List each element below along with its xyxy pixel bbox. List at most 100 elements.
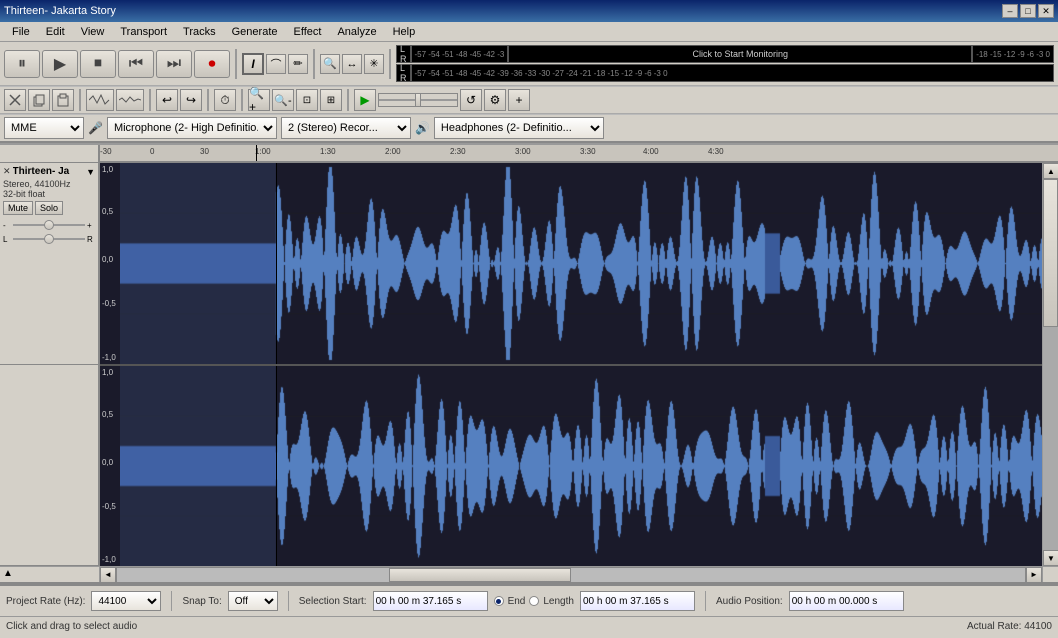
waveform1-canvas[interactable] [120, 163, 1042, 364]
multi-tool-button[interactable]: ✳ [364, 54, 384, 74]
separator [235, 49, 237, 79]
menu-view[interactable]: View [73, 24, 113, 40]
meter-scale-right: -18 -15 -12 -9 -6 -3 0 [972, 45, 1054, 63]
gain-plus-icon: + [87, 221, 95, 230]
ruler-label-9: 4:00 [643, 147, 659, 156]
vscroll-track[interactable] [1043, 179, 1058, 550]
y-label-0-0-top: 0,0 [102, 255, 113, 264]
menu-tracks[interactable]: Tracks [175, 24, 224, 40]
copy-button[interactable] [28, 89, 50, 111]
speaker-select[interactable]: Headphones (2- Definitio... [434, 117, 604, 139]
separator3 [389, 49, 391, 79]
titlebar-controls: – □ ✕ [1002, 4, 1054, 18]
redo-button[interactable]: ↪ [180, 89, 202, 111]
vscroll-up-button[interactable]: ▲ [1043, 163, 1058, 179]
horizontal-scrollbar[interactable]: ◄ ► [0, 566, 1058, 582]
zoom-tool-button[interactable]: 🔍 [320, 54, 340, 74]
track1-mute-button[interactable]: Mute [3, 201, 33, 215]
y-label-0-0-bot: 0,0 [102, 458, 113, 467]
track1-waveform[interactable]: 1,0 0,5 0,0 -0,5 -1,0 [100, 163, 1042, 366]
expand-button[interactable]: + [508, 89, 530, 111]
menu-analyze[interactable]: Analyze [329, 24, 384, 40]
api-select[interactable]: MME [4, 117, 84, 139]
track1-header: ✕ Thirteen- Ja ▼ [3, 166, 95, 177]
end-label[interactable]: End [508, 596, 526, 607]
length-label[interactable]: Length [543, 596, 574, 607]
sep8 [347, 89, 349, 111]
track1-solo-button[interactable]: Solo [35, 201, 63, 215]
hscroll-track[interactable] [116, 567, 1026, 583]
ruler-label-2: 30 [200, 147, 209, 156]
meter-scale-top: -57 -54 -51 -48 -45 -42 -3 [411, 45, 509, 63]
menu-effect[interactable]: Effect [286, 24, 330, 40]
settings-button[interactable]: ⚙ [484, 89, 506, 111]
meter-lr-right: LR [396, 64, 411, 82]
track1-pan-slider[interactable] [13, 233, 85, 245]
ruler-timeline[interactable]: -30 0 30 1:00 1:30 2:00 2:30 3:00 3:30 4… [100, 145, 1058, 162]
timeshift-tool-button[interactable]: ↔ [342, 54, 362, 74]
cut-button[interactable] [4, 89, 26, 111]
project-rate-select[interactable]: 44100 [91, 591, 161, 611]
minimize-button[interactable]: – [1002, 4, 1018, 18]
pencil-tool-button[interactable]: ✏ [288, 54, 308, 74]
menu-file[interactable]: File [4, 24, 38, 40]
hscroll-left-button[interactable]: ◄ [100, 567, 116, 583]
loop-button[interactable]: ↺ [460, 89, 482, 111]
channels-select[interactable]: 2 (Stereo) Recor... [281, 117, 411, 139]
menu-help[interactable]: Help [385, 24, 424, 40]
menu-generate[interactable]: Generate [224, 24, 286, 40]
bottom-sep2 [288, 591, 289, 611]
envelope-tool-button[interactable]: ⌒ [266, 54, 286, 74]
selection-start-input[interactable] [373, 591, 488, 611]
sync-button[interactable]: ⏱ [214, 89, 236, 111]
bottom-bar: Project Rate (Hz): 44100 Snap To: Off Se… [0, 582, 1058, 638]
skip-back-button[interactable]: ⏮ [118, 50, 154, 78]
zoom-fit-button[interactable]: ⊞ [320, 89, 342, 111]
zoom-selection-button[interactable]: ⊡ [296, 89, 318, 111]
waveform-view-button[interactable] [86, 89, 114, 111]
select-tool-button[interactable]: I [242, 53, 264, 75]
status-bar: Click and drag to select audio Actual Ra… [0, 616, 1058, 636]
play-button[interactable]: ▶ [42, 50, 78, 78]
end-value-input[interactable] [580, 591, 695, 611]
ruler-label-4: 1:30 [320, 147, 336, 156]
vscroll-thumb[interactable] [1043, 179, 1058, 327]
pause-button[interactable]: ⏸ [4, 50, 40, 78]
track1-panel: ✕ Thirteen- Ja ▼ Stereo, 44100Hz 32-bit … [0, 163, 98, 365]
maximize-button[interactable]: □ [1020, 4, 1036, 18]
vscroll-down-button[interactable]: ▼ [1043, 550, 1058, 566]
zoom-in-button[interactable]: 🔍+ [248, 89, 270, 111]
pan-left-icon: L [3, 235, 11, 244]
snap-to-select[interactable]: Off [228, 591, 278, 611]
y-label-neg-1-top: -1,0 [102, 353, 116, 362]
record-button[interactable]: ⏺ [194, 50, 230, 78]
hscroll-right-button[interactable]: ► [1026, 567, 1042, 583]
meter-lr-left: LR [396, 45, 411, 63]
hscroll-thumb[interactable] [389, 568, 571, 582]
speed-slider[interactable] [378, 93, 458, 107]
skip-forward-button[interactable]: ⏭ [156, 50, 192, 78]
track1-close-icon[interactable]: ✕ [3, 166, 11, 177]
track1-gain-slider[interactable] [13, 219, 85, 231]
close-button[interactable]: ✕ [1038, 4, 1054, 18]
snap-to-label: Snap To: [182, 596, 221, 607]
track2-waveform[interactable]: 1,0 0,5 0,0 -0,5 -1,0 [100, 366, 1042, 567]
microphone-select[interactable]: Microphone (2- High Definitio... [107, 117, 277, 139]
menu-edit[interactable]: Edit [38, 24, 73, 40]
undo-button[interactable]: ↩ [156, 89, 178, 111]
spectrogram-view-button[interactable] [116, 89, 144, 111]
status-message: Click and drag to select audio [6, 621, 137, 632]
stop-button[interactable]: ⏹ [80, 50, 116, 78]
track1-dropdown-icon[interactable]: ▼ [86, 167, 95, 177]
ruler-label-7: 3:00 [515, 147, 531, 156]
monitoring-button[interactable]: Click to Start Monitoring [508, 45, 972, 63]
waveform2-canvas[interactable] [120, 366, 1042, 567]
vertical-scrollbar[interactable]: ▲ ▼ [1042, 163, 1058, 566]
paste-button[interactable] [52, 89, 74, 111]
end-radio[interactable] [494, 596, 504, 606]
zoom-out-button[interactable]: 🔍- [272, 89, 294, 111]
play-speed-button[interactable]: ▶ [354, 89, 376, 111]
length-radio[interactable] [529, 596, 539, 606]
menu-transport[interactable]: Transport [112, 24, 175, 40]
audio-position-input[interactable] [789, 591, 904, 611]
